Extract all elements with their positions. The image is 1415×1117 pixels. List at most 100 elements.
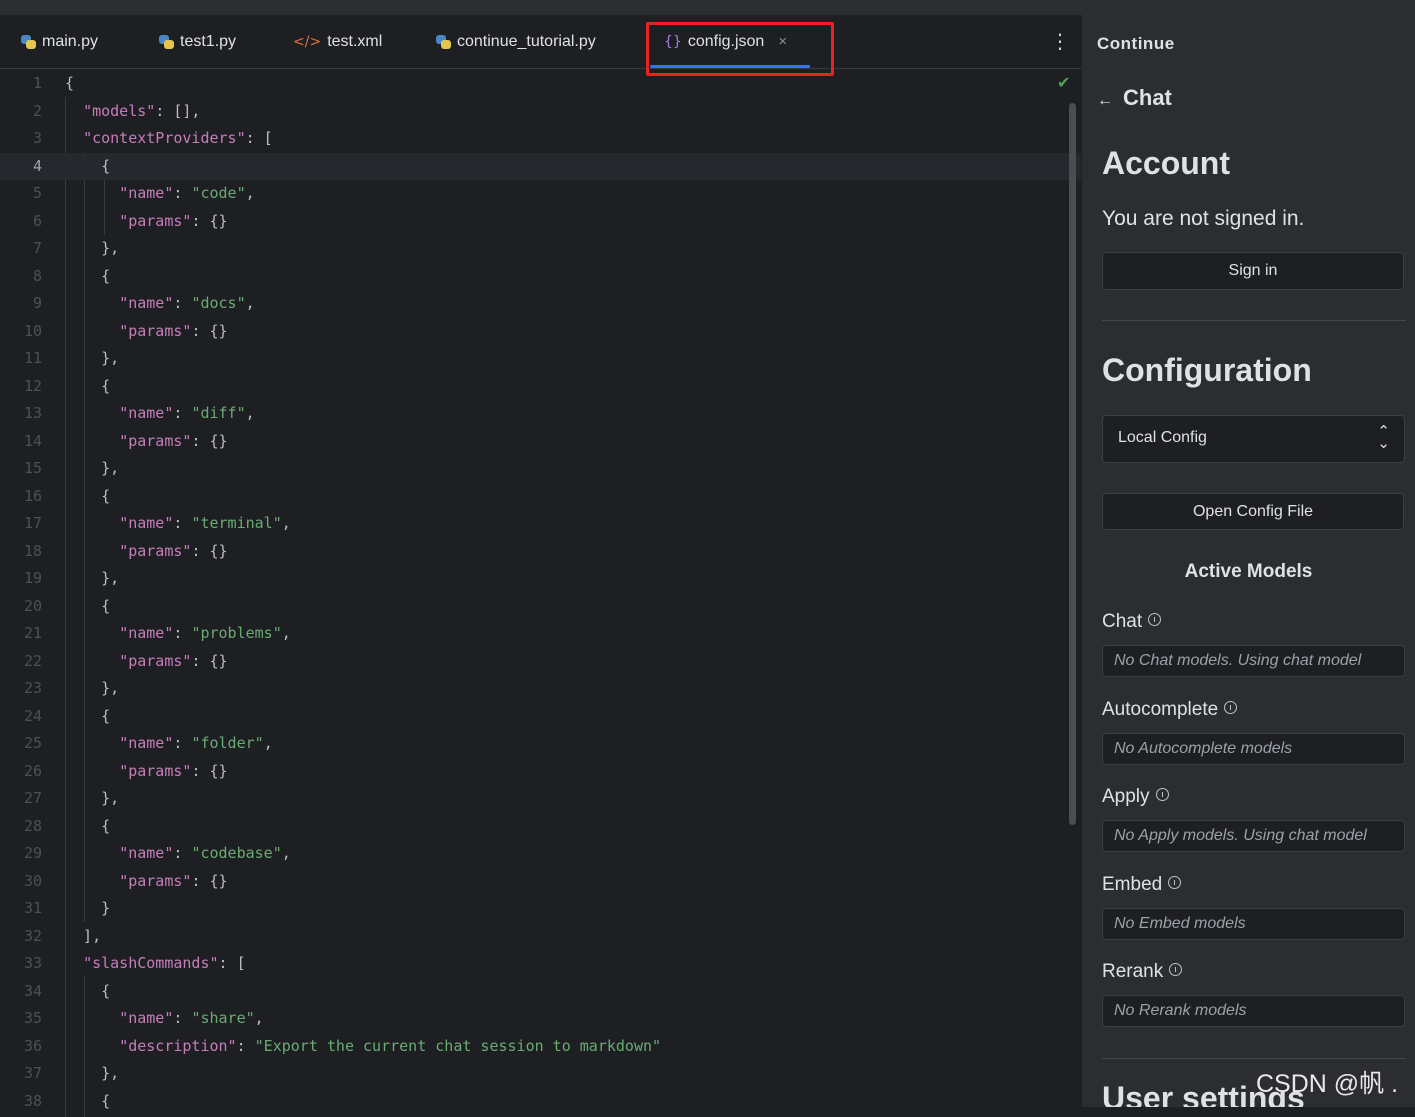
- code-line[interactable]: 9 "name": "docs",: [0, 290, 1081, 318]
- code-line[interactable]: 24 {: [0, 703, 1081, 731]
- embed-model-select[interactable]: No Embed models: [1102, 908, 1405, 940]
- code-line[interactable]: 13 "name": "diff",: [0, 400, 1081, 428]
- arrow-left-icon: ←: [1097, 92, 1113, 109]
- code-line[interactable]: 23 },: [0, 675, 1081, 703]
- code-line[interactable]: 35 "name": "share",: [0, 1005, 1081, 1033]
- code-text: {: [65, 706, 111, 725]
- code-line[interactable]: 20 {: [0, 593, 1081, 621]
- chat-model-select[interactable]: No Chat models. Using chat model: [1102, 645, 1405, 677]
- code-line[interactable]: 4 {: [0, 152, 1081, 180]
- tab-label: main.py: [42, 32, 99, 50]
- code-line[interactable]: 2 "models": [],: [0, 98, 1081, 126]
- code-line[interactable]: 22 "params": {}: [0, 648, 1081, 676]
- tab-test1-py[interactable]: test1.py: [158, 15, 236, 68]
- code-text: ],: [65, 926, 102, 945]
- code-line[interactable]: 29 "name": "codebase",: [0, 840, 1081, 868]
- tab-test-xml[interactable]: </> test.xml: [293, 15, 382, 68]
- info-icon[interactable]: [1224, 701, 1238, 714]
- line-number: 16: [23, 486, 42, 505]
- code-text: {: [65, 981, 111, 1000]
- code-text: "name": "terminal",: [119, 514, 291, 532]
- line-number: 17: [23, 514, 42, 532]
- code-text: },: [65, 239, 120, 257]
- code-text: "name": "docs",: [119, 294, 255, 312]
- watermark-text: CSDN @帆 .: [1256, 1070, 1399, 1098]
- code-line[interactable]: 34 {: [0, 978, 1081, 1006]
- code-text: "name": "share",: [119, 1009, 264, 1027]
- configuration-heading: Configuration: [1102, 352, 1312, 388]
- code-line[interactable]: 18 "params": {}: [0, 538, 1081, 566]
- line-number: 24: [23, 706, 42, 725]
- code-line[interactable]: 38 {: [0, 1088, 1081, 1116]
- code-text: "models": [],: [83, 101, 201, 120]
- autocomplete-model-select[interactable]: No Autocomplete models: [1102, 733, 1405, 765]
- line-number: 38: [23, 1091, 42, 1110]
- code-line[interactable]: 27 },: [0, 785, 1081, 813]
- code-line[interactable]: 17 "name": "terminal",: [0, 510, 1081, 538]
- line-number: 34: [23, 981, 42, 1000]
- code-line[interactable]: 16 {: [0, 483, 1081, 511]
- code-line[interactable]: 7 },: [0, 235, 1081, 263]
- back-to-chat-link[interactable]: ← Chat: [1097, 85, 1172, 111]
- more-options-icon[interactable]: ⋮: [1050, 29, 1070, 54]
- code-line[interactable]: 30 "params": {}: [0, 868, 1081, 896]
- code-line[interactable]: 1{: [0, 70, 1081, 98]
- model-label-embed: Embed: [1102, 874, 1182, 896]
- line-number: 11: [23, 349, 42, 367]
- code-text: "params": {}: [119, 761, 228, 780]
- code-line[interactable]: 26 "params": {}: [0, 758, 1081, 786]
- line-number: 10: [23, 321, 42, 340]
- line-number: 20: [23, 596, 42, 615]
- sign-in-button[interactable]: Sign in: [1102, 252, 1404, 290]
- code-line[interactable]: 14 "params": {}: [0, 428, 1081, 456]
- info-icon[interactable]: [1155, 788, 1169, 801]
- code-line[interactable]: 5 "name": "code",: [0, 180, 1081, 208]
- line-number: 30: [23, 871, 42, 890]
- line-number: 26: [23, 761, 42, 780]
- code-text: {: [65, 596, 111, 615]
- code-line[interactable]: 6 "params": {}: [0, 208, 1081, 236]
- open-config-file-button[interactable]: Open Config File: [1102, 493, 1404, 530]
- code-line[interactable]: 28 {: [0, 813, 1081, 841]
- code-text: "params": {}: [119, 541, 228, 560]
- line-number: 36: [23, 1036, 42, 1055]
- code-line[interactable]: 32 ],: [0, 923, 1081, 951]
- info-icon[interactable]: [1168, 876, 1182, 889]
- line-number: 1: [32, 74, 42, 92]
- code-line[interactable]: 21 "name": "problems",: [0, 620, 1081, 648]
- code-line[interactable]: 10 "params": {}: [0, 318, 1081, 346]
- code-line[interactable]: 11 },: [0, 345, 1081, 373]
- line-number: 29: [23, 844, 42, 862]
- tab-main-py[interactable]: main.py: [20, 15, 98, 68]
- vertical-scrollbar[interactable]: [1069, 103, 1076, 825]
- python-icon: [435, 34, 451, 50]
- annotation-highlight-box: [646, 22, 834, 76]
- code-line[interactable]: 33 "slashCommands": [: [0, 950, 1081, 978]
- line-number: 28: [23, 816, 42, 835]
- code-editor[interactable]: 1{2 "models": [], 3 "contextProviders": […: [0, 70, 1081, 1117]
- code-text: {: [65, 156, 111, 175]
- code-text: },: [65, 679, 120, 697]
- rerank-model-select[interactable]: No Rerank models: [1102, 995, 1405, 1027]
- code-line[interactable]: 36 "description": "Export the current ch…: [0, 1033, 1081, 1061]
- line-number: 12: [23, 376, 42, 395]
- config-select[interactable]: Local Config ⌃ ⌄: [1102, 415, 1405, 463]
- code-line[interactable]: 15 },: [0, 455, 1081, 483]
- code-text: "name": "code",: [119, 184, 255, 202]
- apply-model-select[interactable]: No Apply models. Using chat model: [1102, 820, 1405, 852]
- editor-area: main.py test1.py </> test.xml continue_t…: [0, 15, 1081, 1117]
- line-number: 18: [23, 541, 42, 560]
- info-icon[interactable]: [1169, 963, 1183, 976]
- code-text: {: [65, 486, 111, 505]
- code-line[interactable]: 31 }: [0, 895, 1081, 923]
- tab-continue-tutorial-py[interactable]: continue_tutorial.py: [435, 15, 596, 68]
- info-icon[interactable]: [1148, 613, 1162, 626]
- code-line[interactable]: 25 "name": "folder",: [0, 730, 1081, 758]
- code-line[interactable]: 3 "contextProviders": [: [0, 125, 1081, 153]
- code-line[interactable]: 37 },: [0, 1060, 1081, 1088]
- code-line[interactable]: 8 {: [0, 263, 1081, 291]
- code-line[interactable]: 12 {: [0, 373, 1081, 401]
- code-line[interactable]: 19 },: [0, 565, 1081, 593]
- code-text: {: [65, 74, 75, 92]
- line-number: 6: [32, 211, 42, 230]
